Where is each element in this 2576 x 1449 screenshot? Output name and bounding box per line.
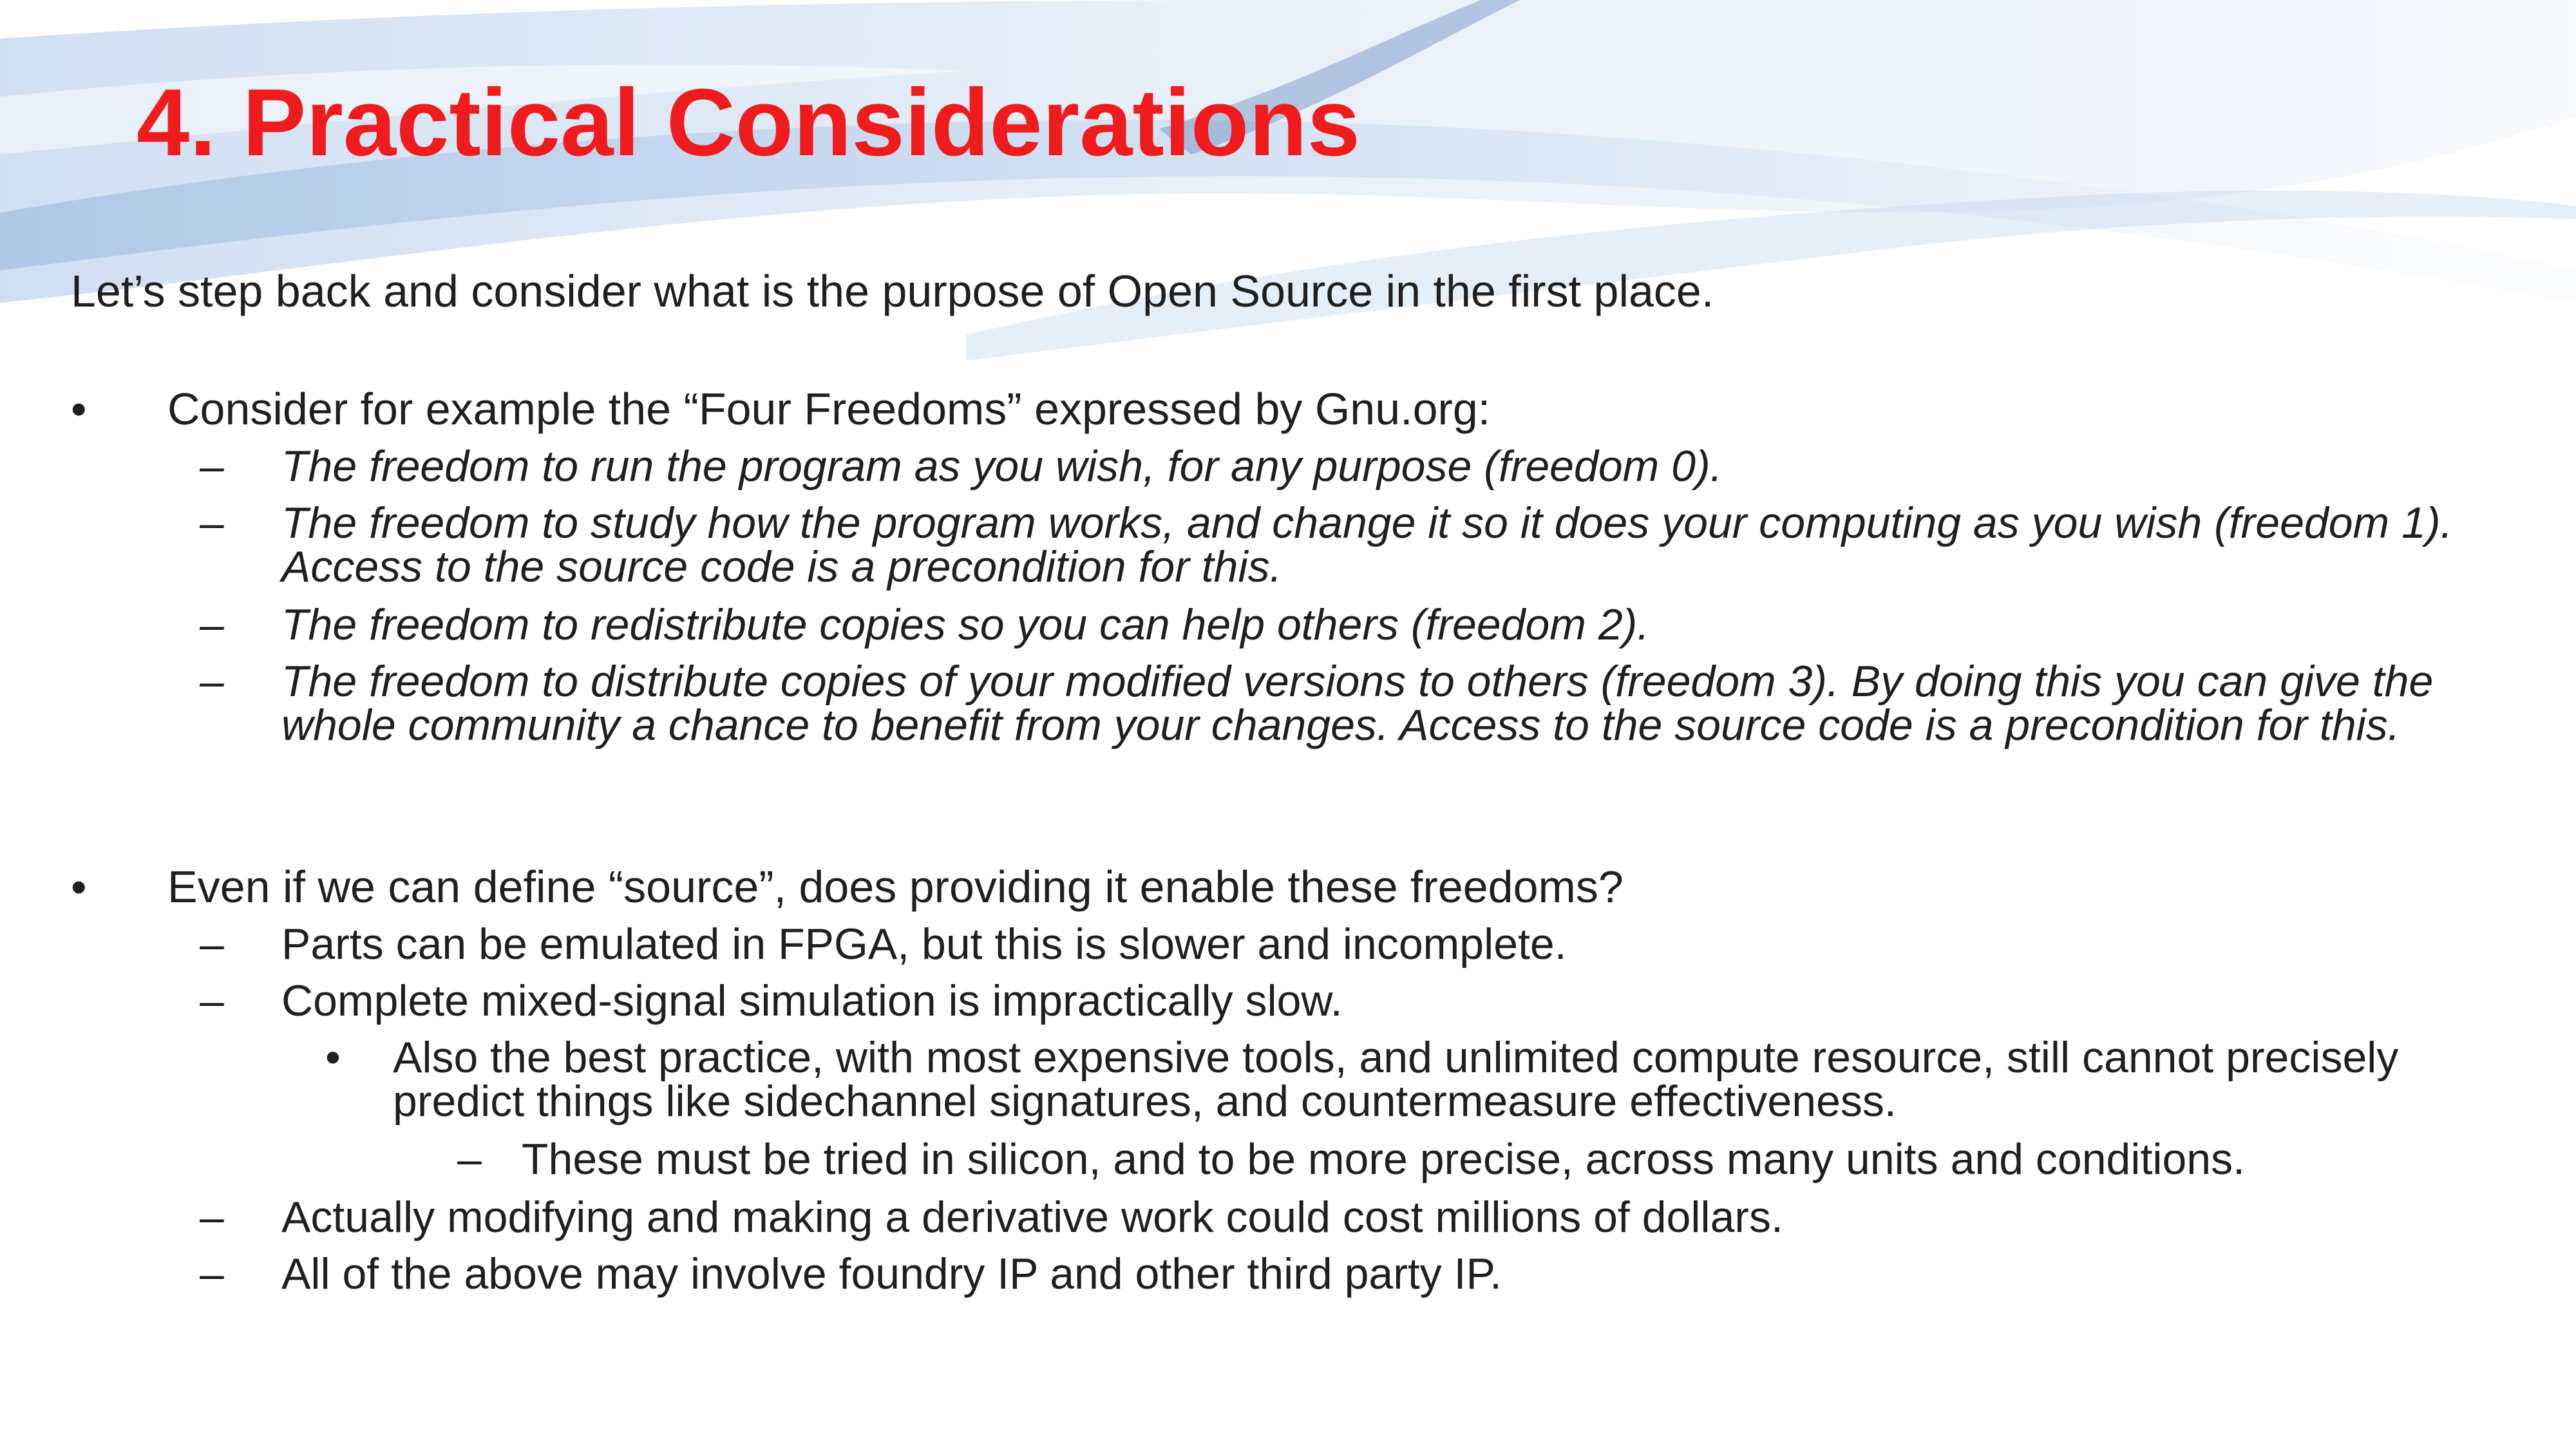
bullet-marker: • xyxy=(71,384,87,434)
subitem-text: Parts can be emulated in FPGA, but this … xyxy=(281,920,1567,969)
dash-marker: – xyxy=(200,657,224,706)
subitem-text: These must be tried in silicon, and to b… xyxy=(522,1135,2246,1184)
bullet-marker: • xyxy=(325,1033,341,1082)
subitem-text: Actually modifying and making a derivati… xyxy=(281,1193,1783,1242)
subitem-text: The freedom to run the program as you wi… xyxy=(281,442,1723,491)
dash-marker: – xyxy=(200,442,224,491)
dash-marker: – xyxy=(200,976,224,1025)
subitem-text: The freedom to distribute copies of your… xyxy=(281,657,2434,750)
subitem-text: The freedom to study how the program wor… xyxy=(281,498,2453,591)
dash-marker: – xyxy=(200,600,224,649)
bullet-marker: • xyxy=(71,862,87,912)
dash-marker: – xyxy=(457,1135,482,1184)
subitem-text: All of the above may involve foundry IP … xyxy=(281,1249,1502,1298)
dash-marker: – xyxy=(200,920,224,969)
dash-marker: – xyxy=(200,498,224,547)
bullet-text: Even if we can define “source”, does pro… xyxy=(167,862,1624,912)
slide: 4. Practical Considerations Let’s step b… xyxy=(0,0,2576,1449)
slide-title: 4. Practical Considerations xyxy=(137,70,1361,176)
subitem-text: Complete mixed-signal simulation is impr… xyxy=(281,976,1343,1025)
dash-marker: – xyxy=(200,1249,224,1298)
intro-text: Let’s step back and consider what is the… xyxy=(71,266,1714,316)
bullet-text: Consider for example the “Four Freedoms”… xyxy=(167,384,1491,434)
subitem-text: The freedom to redistribute copies so yo… xyxy=(281,600,1650,649)
subitem-text: Also the best practice, with most expens… xyxy=(393,1033,2399,1126)
dash-marker: – xyxy=(200,1193,224,1242)
